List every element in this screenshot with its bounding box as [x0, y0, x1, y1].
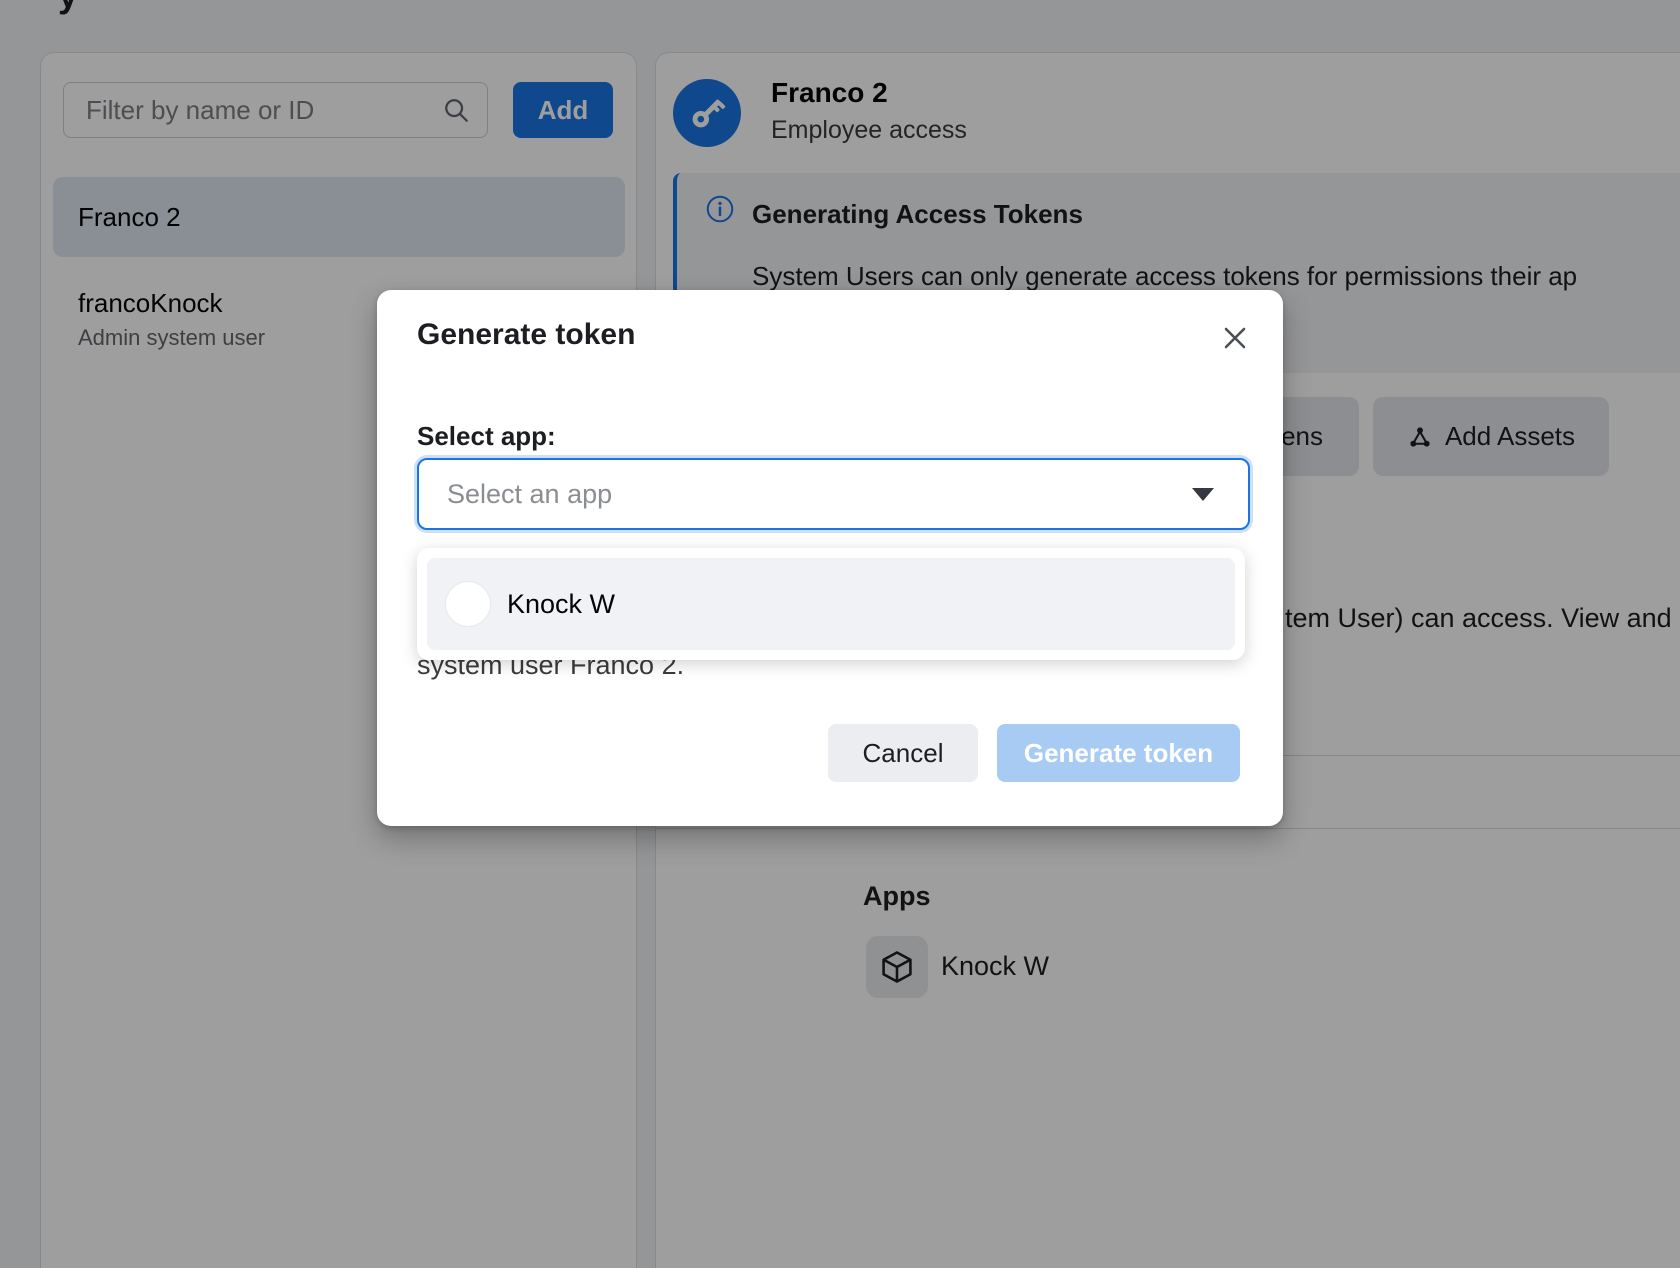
select-placeholder: Select an app: [447, 479, 1192, 510]
dropdown-option-knock-w[interactable]: Knock W: [427, 558, 1235, 650]
generate-token-modal: Generate token Select app: Select an app…: [377, 290, 1283, 826]
app-avatar-placeholder: [445, 581, 491, 627]
app-select-dropdown[interactable]: Select an app: [417, 458, 1250, 530]
screen: y Filter by name or ID Add Franco 2 fran…: [0, 0, 1680, 1268]
app-dropdown-menu: Knock W: [417, 548, 1245, 660]
dropdown-option-label: Knock W: [507, 589, 615, 620]
cancel-button[interactable]: Cancel: [828, 724, 978, 782]
generate-token-button[interactable]: Generate token: [997, 724, 1240, 782]
chevron-down-icon: [1192, 488, 1214, 501]
modal-title: Generate token: [417, 318, 635, 352]
select-app-label: Select app:: [417, 421, 556, 452]
close-icon[interactable]: [1217, 320, 1253, 356]
